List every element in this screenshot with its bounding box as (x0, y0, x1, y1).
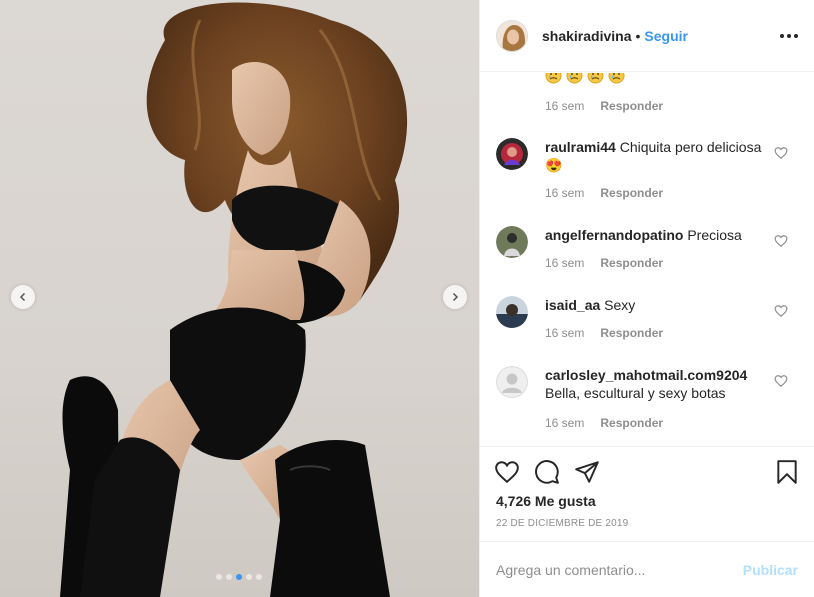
comment-username[interactable]: isaid_aa (545, 297, 600, 313)
carousel-dot (216, 574, 222, 580)
follow-button[interactable]: Seguir (644, 28, 688, 44)
list-item: angelfernandopatino Preciosa 16 sem Resp… (496, 226, 796, 276)
carousel-next-button[interactable] (443, 285, 467, 309)
comment-username[interactable]: angelfernandopatino (545, 227, 683, 243)
comment-meta: 16 sem Responder (545, 99, 663, 113)
comment-time: 16 sem (545, 99, 585, 113)
comment-text: Preciosa (687, 227, 742, 243)
avatar[interactable] (496, 138, 528, 170)
reply-button[interactable]: Responder (600, 416, 663, 430)
comment-username[interactable]: raulrami44 (545, 139, 616, 155)
comment-username[interactable]: carlosley_mahotmail.com9204 (545, 367, 747, 383)
crying-face-icon (587, 73, 604, 84)
bookmark-icon[interactable] (774, 459, 800, 485)
carousel-dot (256, 574, 262, 580)
avatar[interactable] (496, 19, 528, 52)
carousel-indicator (216, 574, 262, 580)
crying-face-icon (545, 73, 562, 84)
heart-icon[interactable] (494, 459, 520, 485)
comment-body: isaid_aa Sexy (545, 296, 770, 314)
post-date: 22 DE DICIEMBRE DE 2019 (496, 518, 629, 529)
reply-button[interactable]: Responder (600, 326, 663, 340)
comment-body: angelfernandopatino Preciosa (545, 226, 770, 244)
like-comment-heart-icon[interactable] (774, 374, 788, 388)
action-bar (494, 459, 800, 487)
comment-input[interactable] (496, 561, 743, 578)
post-header: shakiradivina • Seguir (480, 0, 814, 72)
carousel-dot (226, 574, 232, 580)
comment-meta: 16 sem Responder (545, 416, 663, 430)
chevron-right-icon (452, 292, 459, 302)
like-comment-heart-icon[interactable] (774, 234, 788, 248)
post-author-username[interactable]: shakiradivina (542, 28, 632, 44)
carousel-dot-active (236, 574, 242, 580)
comment-meta: 16 sem Responder (545, 186, 663, 200)
comment-time: 16 sem (545, 256, 585, 270)
crying-face-icon (608, 73, 625, 84)
comment-time: 16 sem (545, 416, 585, 430)
crying-face-icon (566, 73, 583, 84)
likes-count[interactable]: 4,726 Me gusta (496, 493, 596, 509)
reply-button[interactable]: Responder (600, 186, 663, 200)
like-comment-heart-icon[interactable] (774, 146, 788, 160)
comment-body: raulrami44 Chiquita pero deliciosa😍 (545, 138, 770, 174)
avatar[interactable] (496, 296, 528, 328)
carousel-prev-button[interactable] (11, 285, 35, 309)
list-item: 16 sem Responder (496, 73, 796, 117)
post-image (60, 2, 408, 597)
list-item: raulrami44 Chiquita pero deliciosa😍 16 s… (496, 138, 796, 200)
avatar[interactable] (496, 226, 528, 258)
post-side-panel: shakiradivina • Seguir 16 sem Responder (479, 0, 814, 597)
carousel-dot (246, 574, 252, 580)
share-icon[interactable] (574, 459, 600, 485)
reply-button[interactable]: Responder (600, 99, 663, 113)
post-comment-button[interactable]: Publicar (743, 562, 798, 578)
comment-time: 16 sem (545, 326, 585, 340)
comment-time: 16 sem (545, 186, 585, 200)
like-comment-heart-icon[interactable] (774, 304, 788, 318)
comment-text: Bella, escultural y sexy botas (545, 385, 726, 401)
comment-text: Sexy (604, 297, 636, 313)
comments-list[interactable]: 16 sem Responder raulrami44 Chiquita per… (480, 73, 814, 446)
list-item: carlosley_mahotmail.com9204 Bella, escul… (496, 366, 796, 436)
separator-dot: • (635, 27, 641, 44)
comment-meta: 16 sem Responder (545, 326, 663, 340)
post-photo[interactable] (0, 0, 479, 597)
chevron-left-icon (19, 292, 26, 302)
list-item: isaid_aa Sexy 16 sem Responder (496, 296, 796, 346)
comment-meta: 16 sem Responder (545, 256, 663, 270)
comment-emoji-row (545, 73, 770, 88)
comment-composer: Publicar (480, 541, 814, 597)
avatar[interactable] (496, 366, 528, 398)
more-options-icon[interactable] (780, 33, 798, 38)
comment-body: carlosley_mahotmail.com9204 Bella, escul… (545, 366, 770, 402)
reply-button[interactable]: Responder (600, 256, 663, 270)
comment-icon[interactable] (534, 459, 560, 485)
post-actions: 4,726 Me gusta 22 DE DICIEMBRE DE 2019 (480, 446, 814, 546)
